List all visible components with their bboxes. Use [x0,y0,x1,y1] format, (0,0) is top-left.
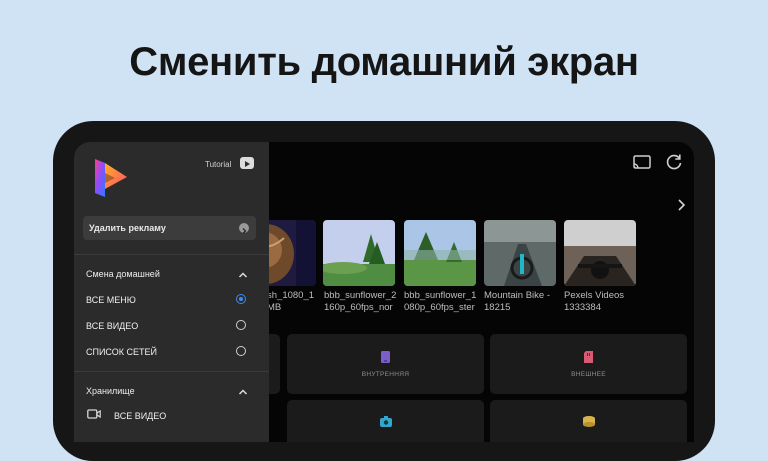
chevron-right-icon [239,223,249,234]
storage-icon [583,416,595,427]
camera-icon [380,416,392,427]
storage-card-internal[interactable]: ВНУТРЕННЯЯ [287,334,484,394]
headline: Сменить домашний экран [129,40,639,84]
navigation-drawer: Tutorial Удалить рекламу Смена домашней … [74,142,269,442]
video-title: Pexels Videos 1333384 [564,290,625,313]
storage-item-all-videos[interactable]: ВСЕ ВИДЕО [114,411,166,421]
video-thumbnail[interactable] [404,220,476,286]
tutorial-icon[interactable] [240,157,254,169]
app-screen: sh_1080_1 MB bbb_sunflower_2 160p_60fps_no… [74,142,694,442]
storage-card-label: ВНУТРЕННЯЯ [361,371,410,378]
remove-ads-button[interactable]: Удалить рекламу [83,216,256,240]
app-logo [95,159,127,197]
section-title-storage: Хранилище [86,386,135,396]
sd-card-icon [584,351,593,363]
cast-icon[interactable] [632,152,652,172]
phone-icon [381,351,390,363]
home-option-network-list[interactable]: СПИСОК СЕТЕЙ [86,347,157,357]
section-title-home: Смена домашней [86,269,160,279]
video-thumbnail[interactable] [323,220,395,286]
divider [74,254,269,255]
divider [74,371,269,372]
storage-card-external[interactable]: ВНЕШНЕЕ [490,334,687,394]
storage-card[interactable] [490,400,687,442]
chevron-up-icon[interactable] [238,388,248,396]
video-title: bbb_sunflower_2 160p_60fps_nor [324,290,397,313]
video-thumbnail[interactable] [484,220,556,286]
refresh-icon[interactable] [664,152,684,172]
radio-button-selected[interactable] [236,294,246,304]
video-title: bbb_sunflower_1 080p_60fps_ster [404,290,477,313]
storage-card-label: ВНЕШНЕЕ [571,371,606,378]
storage-card[interactable] [287,400,484,442]
home-option-all-videos[interactable]: ВСЕ ВИДЕО [86,321,138,331]
tutorial-label[interactable]: Tutorial [205,160,231,169]
video-thumbnail[interactable] [564,220,636,286]
video-title: Mountain Bike -18215 [484,290,551,313]
remove-ads-label: Удалить рекламу [89,223,166,233]
chevron-up-icon[interactable] [238,271,248,279]
video-icon [87,409,101,419]
chevron-right-icon[interactable] [674,198,688,212]
radio-button[interactable] [236,320,246,330]
radio-button[interactable] [236,346,246,356]
home-option-all-menu[interactable]: ВСЕ МЕНЮ [86,295,136,305]
